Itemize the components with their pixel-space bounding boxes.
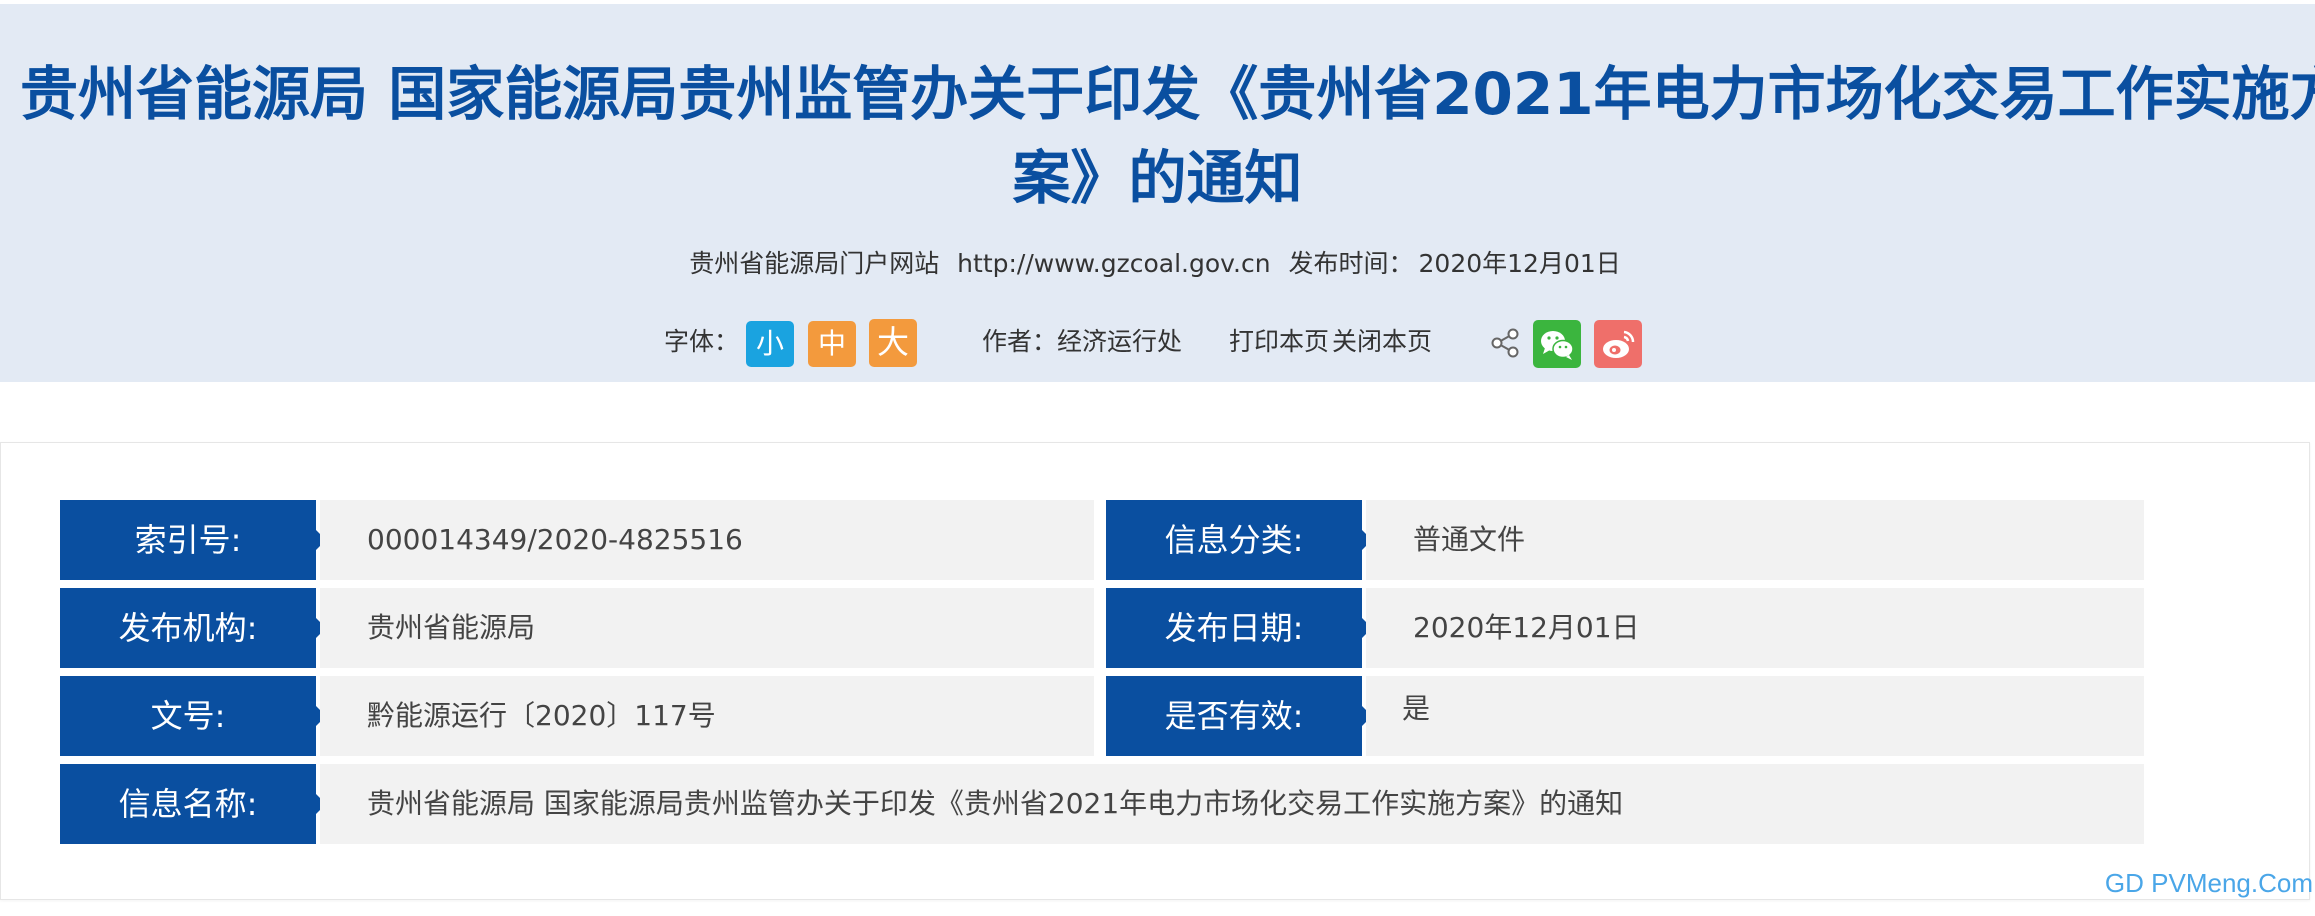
page-title: 贵州省能源局 国家能源局贵州监管办关于印发《贵州省2021年电力市场化交易工作实… [20,60,2315,128]
header-banner: 贵州省能源局 国家能源局贵州监管办关于印发《贵州省2021年电力市场化交易工作实… [0,4,2315,382]
docno-label: 文号: [60,676,326,756]
print-page-link[interactable]: 打印本页 [1229,316,1329,368]
font-small-button[interactable]: 小 [746,321,794,367]
font-size-label: 字体： [664,327,740,356]
date-label: 发布日期: [1106,588,1372,668]
weibo-icon[interactable] [1594,320,1642,368]
info-panel: 索引号: 000014349/2020-4825516 信息分类: 普通文件 发… [0,442,2310,900]
info-row-publisher: 发布机构: 贵州省能源局 发布日期: 2020年12月01日 [60,588,2144,668]
category-value: 普通文件 [1366,500,2144,580]
article-toolbar: 字体： 小 中 大 作者：经济运行处 打印本页 关闭本页 [0,316,2315,368]
name-value: 贵州省能源局 国家能源局贵州监管办关于印发《贵州省2021年电力市场化交易工作实… [320,764,2144,844]
source-url-link[interactable]: http://www.gzcoal.gov.cn [957,249,1270,278]
index-label: 索引号: [60,500,326,580]
valid-value: 是 [1366,676,2144,756]
page-title-continued: 案》的通知 [1012,144,1303,212]
index-value: 000014349/2020-4825516 [320,500,1094,580]
valid-label: 是否有效: [1106,676,1372,756]
wechat-icon[interactable] [1533,320,1581,368]
info-row-name: 信息名称: 贵州省能源局 国家能源局贵州监管办关于印发《贵州省2021年电力市场… [60,764,2144,844]
font-medium-button[interactable]: 中 [808,321,856,367]
author-text: 作者：经济运行处 [982,327,1183,356]
date-value: 2020年12月01日 [1366,588,2144,668]
publish-time-label: 发布时间： [1288,249,1414,278]
publish-time-value: 2020年12月01日 [1418,249,1621,278]
category-label: 信息分类: [1106,500,1372,580]
info-row-index: 索引号: 000014349/2020-4825516 信息分类: 普通文件 [60,500,2144,580]
close-page-link[interactable]: 关闭本页 [1332,316,1432,368]
source-site: 贵州省能源局门户网站 [689,249,940,278]
share-icon[interactable] [1488,326,1522,360]
name-label: 信息名称: [60,764,326,844]
publisher-label: 发布机构: [60,588,326,668]
watermark: GD PVMeng.Com [2104,868,2313,898]
font-large-button[interactable]: 大 [869,319,917,367]
info-row-docno: 文号: 黔能源运行〔2020〕117号 是否有效: 是 [60,676,2144,756]
docno-value: 黔能源运行〔2020〕117号 [320,676,1094,756]
publisher-value: 贵州省能源局 [320,588,1094,668]
publish-time: 发布时间： 2020年12月01日 [1289,249,1626,278]
source-info: 贵州省能源局门户网站 http://www.gzcoal.gov.cn 发布时间… [0,244,2315,280]
